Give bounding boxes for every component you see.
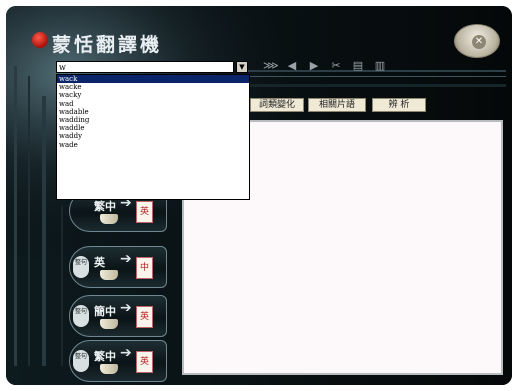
mode-button[interactable]: 整句 簡中 ➔ 英 [69, 295, 167, 337]
sentence-tag: 整句 [73, 350, 89, 372]
arrow-right-icon: ➔ [120, 300, 132, 316]
cut-icon[interactable]: ✂ [329, 59, 343, 73]
suggestion-list[interactable]: wack wacke wacky wad wadable wadding waddle wad… [56, 74, 250, 200]
suggestion-item[interactable]: wacke [57, 83, 249, 91]
arrow-right-icon: ➔ [120, 251, 132, 267]
book-icon [100, 214, 118, 224]
close-dial-icon[interactable]: ✕ [454, 24, 500, 58]
app-logo-icon [32, 32, 48, 48]
sentence-tag: 整句 [73, 305, 89, 327]
target-language: 英 [136, 351, 153, 373]
source-language: 繁中 [94, 200, 116, 213]
sentence-tag: 整句 [73, 256, 89, 278]
word-search-input[interactable]: w [56, 61, 234, 73]
forward-arrow-icon[interactable]: ▶ [307, 59, 321, 73]
target-language: 英 [136, 306, 153, 328]
app-title: 蒙恬翻譯機 [52, 34, 163, 56]
suggestion-item[interactable]: wadding [57, 116, 249, 124]
translate-icon[interactable]: ⋙ [263, 59, 279, 73]
mode-button[interactable]: 整句 繁中 ➔ 英 [69, 340, 167, 382]
tab-discrimination[interactable]: 辨 析 [372, 98, 426, 112]
tab-word-forms[interactable]: 詞類變化 [250, 98, 304, 112]
app-window: 蒙恬翻譯機 ✕ w ▼ wack wacke wacky wad wadable wadd… [6, 6, 512, 385]
target-language: 英 [136, 201, 153, 223]
dropdown-button[interactable]: ▼ [236, 61, 248, 73]
close-icon[interactable]: ✕ [472, 35, 486, 49]
suggestion-item[interactable]: wack [57, 75, 249, 84]
suggestion-item[interactable]: waddy [57, 132, 249, 140]
tab-related-phrases[interactable]: 相關片語 [308, 98, 366, 112]
mode-button[interactable]: 整句英 ➔ 中 [69, 246, 167, 288]
suggestion-item[interactable]: wadable [57, 108, 249, 116]
suggestion-item[interactable]: waddle [57, 124, 249, 132]
suggestion-item[interactable]: wad [57, 100, 249, 108]
book-icon [100, 364, 118, 374]
suggestion-item[interactable]: wacky [57, 91, 249, 99]
source-language: 繁中 [94, 350, 116, 363]
paste-icon[interactable]: ▥ [373, 59, 387, 73]
book-icon [100, 270, 118, 280]
target-language: 中 [136, 257, 153, 279]
back-arrow-icon[interactable]: ◀ [285, 59, 299, 73]
suggestion-item[interactable]: wade [57, 141, 249, 149]
copy-icon[interactable]: ▤ [351, 59, 365, 73]
source-language: 英 [94, 256, 105, 269]
book-icon [100, 319, 118, 329]
arrow-right-icon: ➔ [120, 345, 132, 361]
source-language: 簡中 [94, 305, 116, 318]
